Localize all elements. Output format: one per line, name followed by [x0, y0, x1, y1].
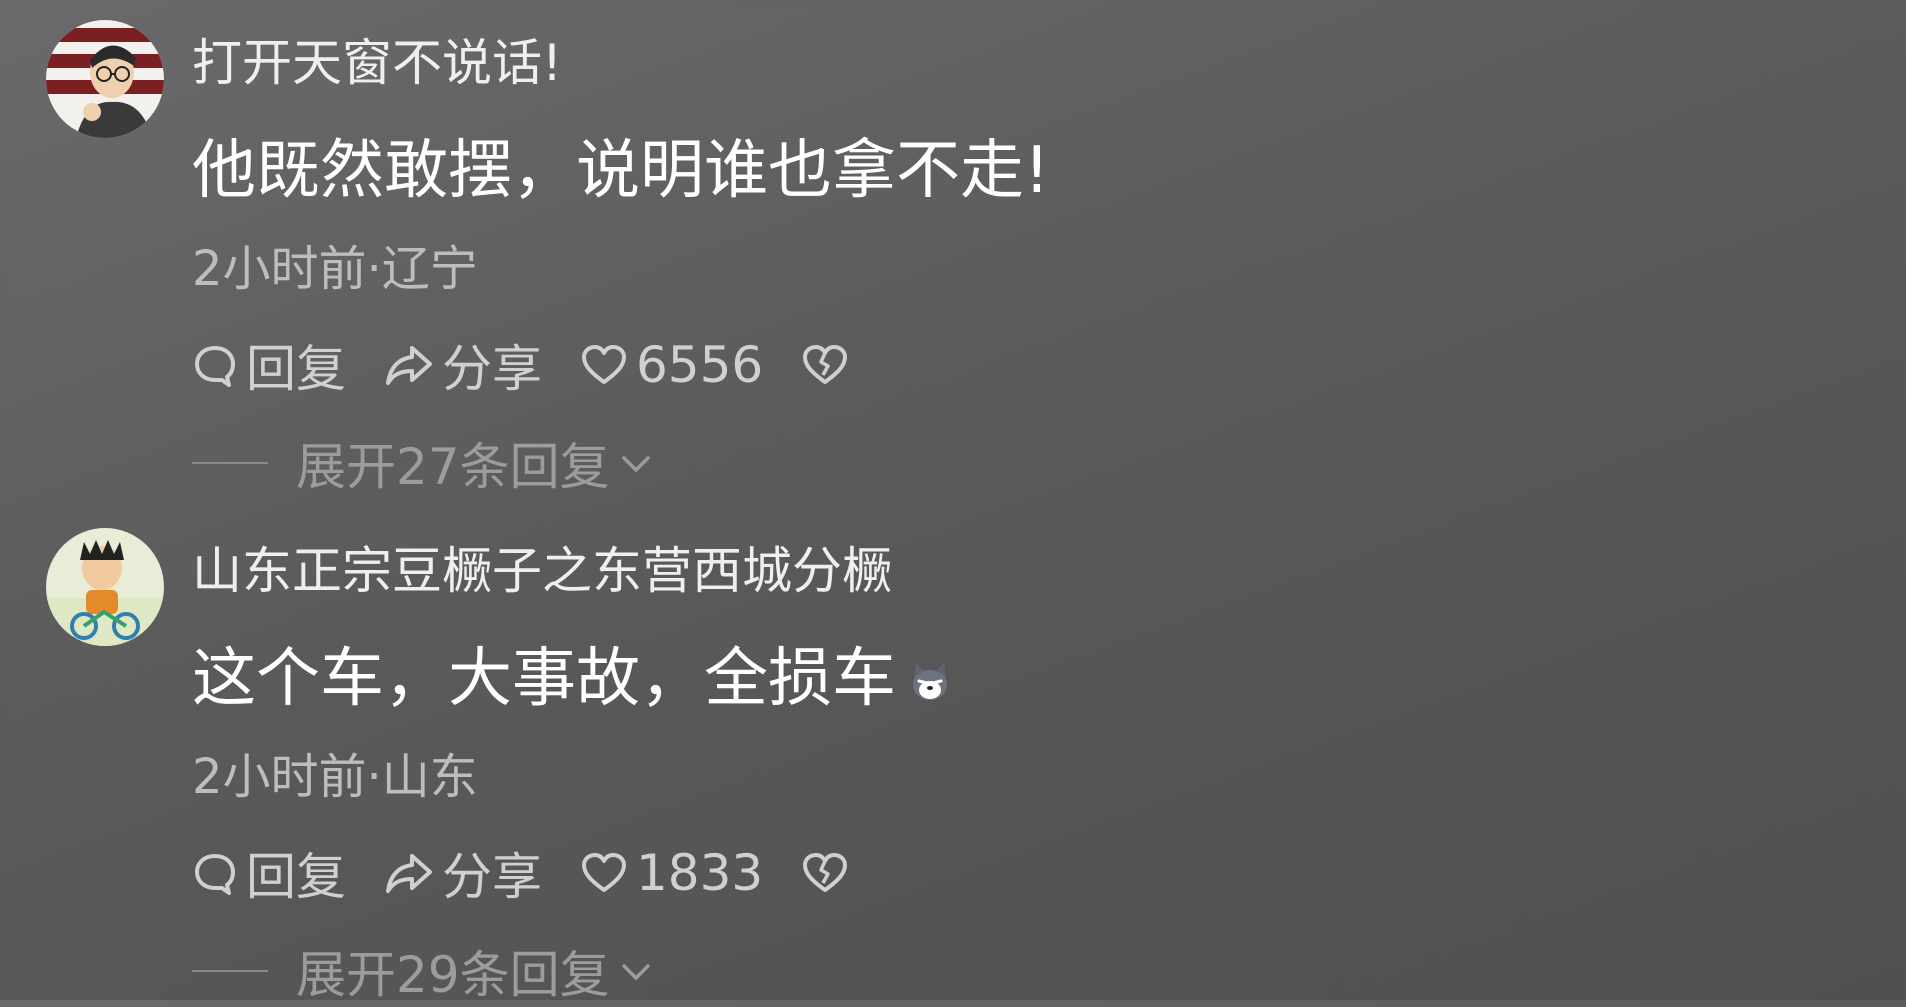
heart-icon	[582, 853, 626, 892]
dislike-button[interactable]	[801, 850, 857, 896]
husky-dog-emoji-icon	[908, 637, 952, 727]
expand-replies-label: 展开27条回复	[296, 438, 610, 496]
share-arrow-icon	[386, 854, 432, 893]
speech-bubble-icon	[195, 854, 235, 895]
divider-line	[192, 462, 268, 464]
avatar[interactable]	[46, 20, 164, 138]
comment-meta: 2小时前·辽宁	[192, 241, 478, 297]
username[interactable]: 山东正宗豆橛子之东营西城分橛	[192, 536, 892, 606]
expand-replies-button[interactable]: 展开29条回复	[192, 936, 654, 1006]
avatar[interactable]	[46, 528, 164, 646]
chevron-down-icon	[621, 456, 650, 473]
comment-actions: 回复 分享 1833	[192, 838, 895, 908]
share-button[interactable]: 分享	[384, 329, 542, 401]
cartoon-kid-bike-avatar-icon	[46, 528, 164, 646]
chevron-down-icon	[621, 964, 650, 981]
expand-replies-button[interactable]: 展开27条回复	[192, 428, 654, 498]
broken-heart-icon	[803, 345, 848, 384]
comment-meta: 2小时前·山东	[192, 749, 478, 805]
speech-bubble-icon	[195, 346, 235, 387]
like-count: 1833	[636, 844, 764, 902]
share-button[interactable]: 分享	[384, 837, 542, 909]
reply-label: 回复	[246, 848, 346, 906]
username[interactable]: 打开天窗不说话!	[192, 28, 562, 98]
reply-button[interactable]: 回复	[192, 837, 346, 909]
comment-actions: 回复 分享 6556	[192, 330, 895, 400]
share-arrow-icon	[386, 346, 432, 385]
cartoon-man-glasses-avatar-icon	[46, 20, 164, 138]
heart-icon	[582, 345, 626, 384]
reply-button[interactable]: 回复	[192, 329, 346, 401]
like-button[interactable]: 1833	[580, 844, 763, 902]
divider-line	[192, 970, 268, 972]
comment-text-body: 这个车，大事故，全损车	[192, 642, 896, 716]
broken-heart-icon	[803, 853, 848, 892]
share-label: 分享	[442, 340, 542, 398]
dislike-button[interactable]	[801, 342, 857, 388]
comment-text: 他既然敢摆，说明谁也拿不走!	[192, 134, 1050, 208]
comment-text: 这个车，大事故，全损车	[192, 634, 952, 727]
share-label: 分享	[442, 848, 542, 906]
expand-replies-label: 展开29条回复	[296, 946, 610, 1004]
reply-label: 回复	[246, 340, 346, 398]
like-button[interactable]: 6556	[580, 336, 763, 394]
like-count: 6556	[636, 336, 764, 394]
